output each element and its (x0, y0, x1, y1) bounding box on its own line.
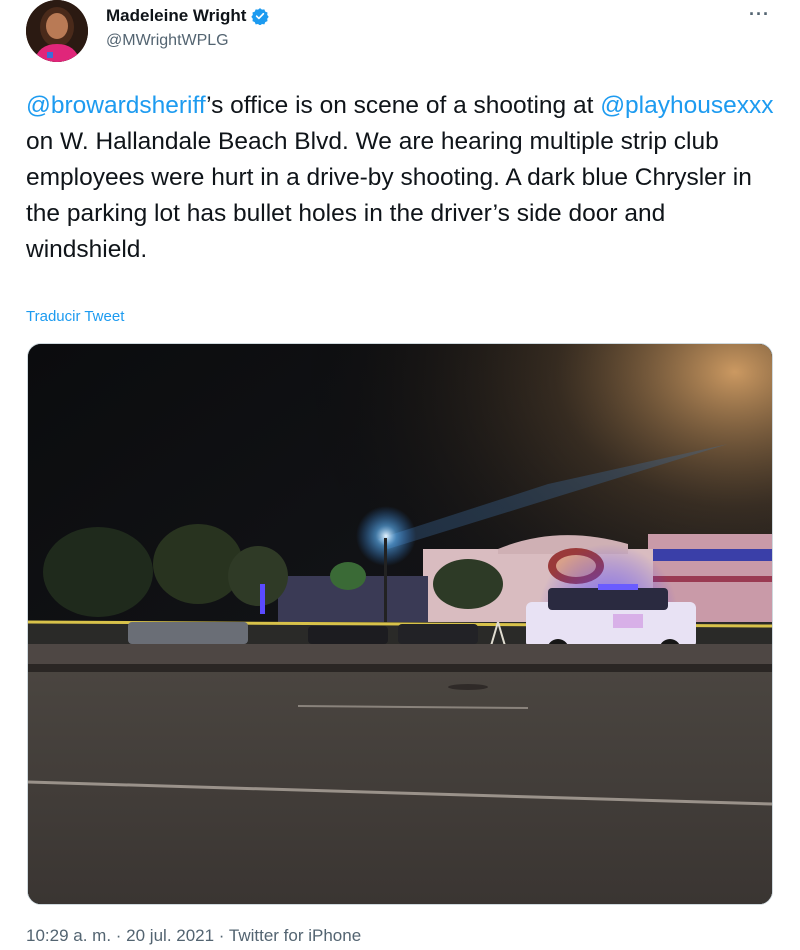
meta-separator: · (111, 926, 127, 945)
author-name[interactable]: Madeleine Wright (106, 6, 246, 26)
tweet-photo[interactable] (27, 343, 773, 905)
verified-badge-icon (251, 8, 270, 25)
tweet-metadata: 10:29 a. m. · 20 jul. 2021 · Twitter for… (26, 926, 361, 946)
tweet-card: Madeleine Wright @MWrightWPLG ··· @browa… (0, 0, 800, 950)
tweet-date[interactable]: 20 jul. 2021 (126, 926, 214, 945)
tweet-text: @browardsheriff’s office is on scene of … (26, 88, 776, 268)
tweet-time[interactable]: 10:29 a. m. (26, 926, 111, 945)
more-options-icon[interactable]: ··· (749, 4, 770, 25)
tweet-text-part-1: ’s office is on scene of a shooting at (206, 92, 601, 119)
mention-browardsheriff[interactable]: @browardsheriff (26, 92, 206, 119)
mention-playhousexxx[interactable]: @playhousexxx (600, 92, 773, 119)
author-name-row: Madeleine Wright (106, 6, 270, 26)
author-handle[interactable]: @MWrightWPLG (106, 32, 229, 50)
tweet-text-part-2: on W. Hallandale Beach Blvd. We are hear… (26, 128, 752, 263)
meta-separator: · (214, 926, 229, 945)
tweet-source[interactable]: Twitter for iPhone (229, 926, 361, 945)
translate-tweet-link[interactable]: Traducir Tweet (26, 308, 124, 325)
avatar[interactable] (26, 0, 88, 62)
